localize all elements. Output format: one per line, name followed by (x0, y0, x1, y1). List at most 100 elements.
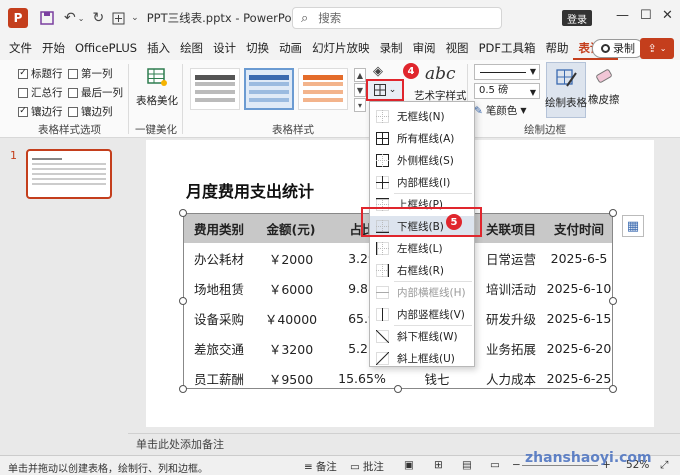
pen-weight-dropdown[interactable]: 0.5 磅 ▼ (474, 83, 540, 99)
menu-item-label: 斜下框线(W) (397, 330, 458, 343)
shading-icon[interactable]: ◈ (373, 64, 383, 79)
tab-4[interactable]: 绘图 (175, 36, 208, 60)
pen-weight-value: 0.5 磅 (479, 85, 509, 96)
tab-7[interactable]: 动画 (274, 36, 307, 60)
zoom-out-icon[interactable]: − (512, 459, 521, 471)
comments-button[interactable]: ▭ 批注 (350, 459, 384, 474)
close-icon[interactable]: ✕ (662, 8, 673, 23)
share-button[interactable]: ⇪ ⌄ (640, 38, 674, 59)
pen-color-button[interactable]: ✎ 笔颜色 ▼ (474, 103, 526, 118)
menu-item-outside-borders[interactable]: 外侧框线(S) (370, 150, 474, 170)
tab-9[interactable]: 录制 (375, 36, 408, 60)
notes-placeholder: 单击此处添加备注 (136, 438, 224, 451)
group-divider (128, 64, 129, 134)
status-hint: 单击并拖动以创建表格，绘制行、列和边框。 (8, 464, 208, 475)
record-label: 录制 (613, 42, 635, 55)
group-divider (182, 64, 183, 134)
menu-item-left-border[interactable]: 左框线(L) (370, 238, 474, 258)
tab-13[interactable]: 帮助 (540, 36, 573, 60)
resize-handle[interactable] (179, 297, 187, 305)
normal-view-icon[interactable]: ▣ (404, 459, 414, 471)
menu-item-inside-vertical-border[interactable]: 内部竖框线(V) (370, 304, 474, 324)
layout-options-icon[interactable]: ▦ (622, 215, 644, 237)
redo-icon[interactable]: ↻ (92, 8, 104, 28)
table-style-gray[interactable] (190, 68, 240, 110)
table-style-blue[interactable] (244, 68, 294, 110)
no-border-icon (376, 109, 389, 123)
tab-8[interactable]: 幻灯片放映 (307, 36, 375, 60)
record-button[interactable]: 录制 (592, 39, 644, 58)
wordart-styles-button[interactable]: abc 艺术字样式 (414, 64, 467, 103)
last-column-label: 最后一列 (81, 87, 123, 99)
total-row-checkbox[interactable]: 汇总行 (18, 85, 63, 100)
draw-table-label: 绘制表格 (545, 97, 587, 109)
comments-button-label: 批注 (362, 461, 384, 473)
slideshow-icon[interactable]: ▭ (490, 459, 500, 471)
record-icon (601, 44, 610, 53)
maximize-icon[interactable]: ☐ (640, 8, 652, 23)
draw-table-button[interactable]: 绘制表格 (545, 62, 587, 118)
ribbon: ✓ 标题行 第一列 汇总行 最后一列 ✓ 镶边行 镶边列 表格样式选项 表格美化 一… (0, 60, 680, 138)
gallery-scroll-down-icon[interactable]: ▼ (354, 83, 366, 97)
pen-style-dropdown[interactable]: ▼ (474, 64, 540, 80)
fit-to-window-icon[interactable]: ⤢ (660, 459, 668, 472)
menu-item-label: 内部横框线(H) (397, 286, 466, 299)
undo-dropdown-icon[interactable]: ⌄ (78, 8, 85, 28)
beautify-table-button[interactable]: 表格美化 (136, 66, 178, 108)
menu-item-label: 内部框线(I) (397, 176, 451, 189)
menu-item-right-border[interactable]: 右框线(R) (370, 260, 474, 280)
undo-icon[interactable]: ↶ (64, 8, 76, 28)
tab-1[interactable]: 开始 (37, 36, 70, 60)
tab-5[interactable]: 设计 (208, 36, 241, 60)
new-slide-icon[interactable] (112, 8, 125, 28)
eraser-button[interactable]: 橡皮擦 (588, 66, 620, 107)
menu-item-label: 无框线(N) (397, 110, 445, 123)
last-column-checkbox[interactable]: 最后一列 (68, 85, 123, 100)
tab-3[interactable]: 插入 (142, 36, 175, 60)
borders-dropdown-button[interactable]: ⌄ (366, 79, 404, 101)
resize-handle[interactable] (609, 297, 617, 305)
highlight-box (361, 207, 482, 237)
minimize-icon[interactable]: — (616, 8, 629, 23)
notes-icon: ≡ (304, 460, 313, 473)
search-box[interactable]: ⌕ 搜索 (292, 7, 502, 29)
header-row-checkbox[interactable]: ✓ 标题行 (18, 66, 63, 81)
notes-button[interactable]: ≡ 备注 (304, 459, 337, 474)
tab-0[interactable]: 文件 (4, 36, 37, 60)
slide-title[interactable]: 月度费用支出统计 (186, 178, 314, 202)
menu-item-no-border[interactable]: 无框线(N) (370, 106, 474, 126)
menu-item-inside-borders[interactable]: 内部框线(I) (370, 172, 474, 192)
banded-rows-checkbox[interactable]: ✓ 镶边行 (18, 104, 63, 119)
gallery-scroll-up-icon[interactable]: ▲ (354, 68, 366, 82)
resize-handle[interactable] (179, 385, 187, 393)
menu-item-all-borders[interactable]: 所有框线(A) (370, 128, 474, 148)
banded-columns-checkbox[interactable]: 镶边列 (68, 104, 113, 119)
tab-12[interactable]: PDF工具箱 (474, 36, 541, 60)
powerpoint-logo-icon: P (8, 8, 28, 28)
tab-6[interactable]: 切换 (241, 36, 274, 60)
slide-thumbnail[interactable] (26, 149, 112, 199)
reading-view-icon[interactable]: ▤ (462, 459, 472, 471)
table-style-orange[interactable] (298, 68, 348, 110)
diagonal-down-border-icon (376, 329, 389, 343)
login-button[interactable]: 登录 (562, 10, 592, 26)
customize-toolbar-icon[interactable]: ⌄ (131, 8, 139, 28)
resize-handle[interactable] (609, 209, 617, 217)
tab-2[interactable]: OfficePLUS (70, 36, 142, 60)
resize-handle[interactable] (179, 209, 187, 217)
tab-11[interactable]: 视图 (441, 36, 474, 60)
menu-item-label: 斜上框线(U) (397, 352, 455, 365)
menu-item-label: 所有框线(A) (397, 132, 455, 145)
gallery-more-icon[interactable]: ▾ (354, 98, 366, 112)
save-icon[interactable] (40, 8, 54, 28)
menu-item-diagonal-down-border[interactable]: 斜下框线(W) (370, 326, 474, 346)
tab-10[interactable]: 审阅 (408, 36, 441, 60)
menu-item-diagonal-up-border[interactable]: 斜上框线(U) (370, 348, 474, 368)
table-style-options-group-label: 表格样式选项 (38, 124, 101, 136)
search-icon: ⌕ (301, 10, 309, 26)
resize-handle[interactable] (394, 385, 402, 393)
slide-sorter-icon[interactable]: ⊞ (434, 459, 443, 471)
resize-handle[interactable] (609, 385, 617, 393)
step-badge-4: 4 (403, 63, 419, 79)
first-column-checkbox[interactable]: 第一列 (68, 66, 113, 81)
